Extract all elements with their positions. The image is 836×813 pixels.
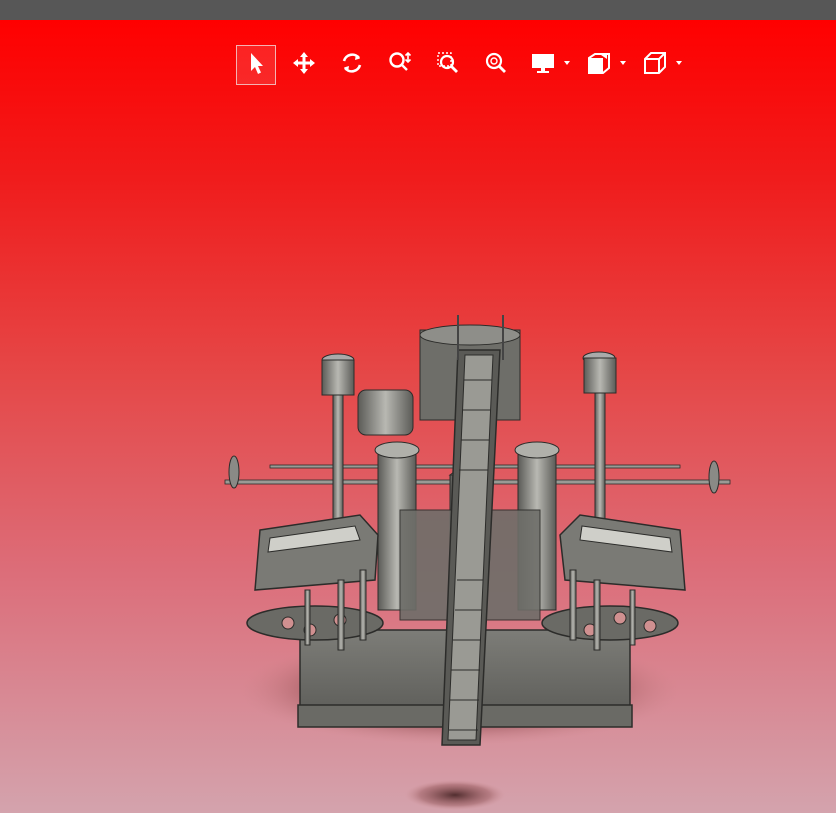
section-plane-icon (586, 50, 612, 81)
pointer-icon (243, 50, 269, 81)
chevron-down-icon (676, 61, 682, 65)
display-mode-dropdown[interactable] (524, 45, 572, 85)
zoom-window-button[interactable] (428, 45, 468, 85)
cube-view-icon (642, 50, 668, 81)
monitor-icon (530, 50, 556, 81)
zoom-window-icon (435, 50, 461, 81)
3d-viewport[interactable] (0, 20, 836, 813)
ground-shadow-small (405, 780, 505, 810)
select-tool-button[interactable] (236, 45, 276, 85)
move-arrows-icon (291, 50, 317, 81)
right-cabinet (559, 514, 686, 591)
cad-machine-model[interactable] (210, 290, 750, 810)
section-dropdown[interactable] (580, 45, 628, 85)
right-turntable (541, 605, 679, 641)
pan-tool-button[interactable] (284, 45, 324, 85)
window-top-bar (0, 0, 836, 20)
zoom-fit-icon (483, 50, 509, 81)
view-orientation-dropdown[interactable] (636, 45, 684, 85)
chevron-down-icon (564, 61, 570, 65)
rotate-tool-button[interactable] (332, 45, 372, 85)
chevron-down-icon (620, 61, 626, 65)
viewer-toolbar (236, 45, 692, 85)
zoom-updown-icon (387, 50, 413, 81)
rotate-icon (339, 50, 365, 81)
zoom-tool-button[interactable] (380, 45, 420, 85)
zoom-fit-button[interactable] (476, 45, 516, 85)
